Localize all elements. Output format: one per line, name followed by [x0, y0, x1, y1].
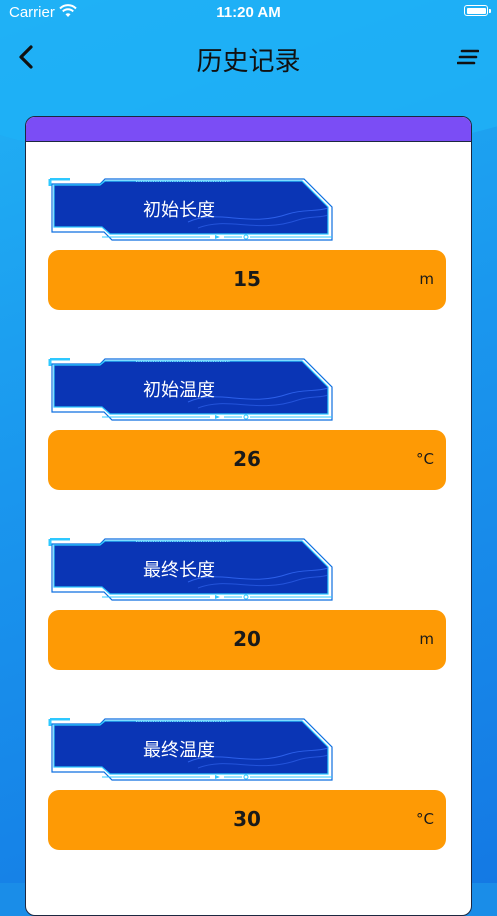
record-unit: m	[419, 630, 434, 648]
record-unit: °C	[416, 450, 434, 468]
card-header-strip	[26, 117, 471, 142]
record-value: 20	[233, 627, 261, 651]
record-unit: m	[419, 270, 434, 288]
record-label-plate: 初始长度	[48, 178, 338, 242]
record-value-box: 15 m	[48, 250, 446, 310]
record-unit: °C	[416, 810, 434, 828]
clock: 11:20 AM	[216, 4, 281, 21]
record-value: 30	[233, 807, 261, 831]
record-label-plate: 最终温度	[48, 718, 338, 782]
record-item: 初始长度 15 m	[48, 178, 448, 310]
battery-icon	[464, 5, 491, 16]
record-value-box: 20 m	[48, 610, 446, 670]
record-value: 15	[233, 267, 261, 291]
list-icon[interactable]	[457, 48, 479, 66]
record-label-plate: 初始温度	[48, 358, 338, 422]
record-value-box: 30 °C	[48, 790, 446, 850]
record-label: 初始温度	[143, 380, 215, 401]
nav-bar: 历史记录	[0, 26, 497, 90]
status-bar: Carrier 11:20 AM	[0, 0, 497, 26]
record-label: 最终长度	[143, 560, 215, 581]
record-item: 最终温度 30 °C	[48, 718, 448, 850]
record-item: 初始温度 26 °C	[48, 358, 448, 490]
record-item: 最终长度 20 m	[48, 538, 448, 670]
record-value: 26	[233, 447, 261, 471]
record-label: 最终温度	[143, 740, 215, 761]
record-value-box: 26 °C	[48, 430, 446, 490]
page-title: 历史记录	[196, 47, 301, 77]
record-label: 初始长度	[143, 200, 215, 221]
record-label-plate: 最终长度	[48, 538, 338, 602]
